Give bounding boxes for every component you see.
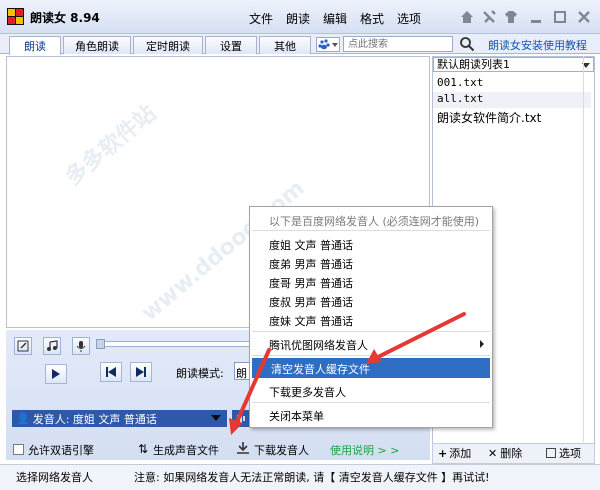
edit-note-icon[interactable] bbox=[14, 337, 32, 355]
menu-read[interactable]: 朗读 bbox=[286, 10, 310, 27]
generate-audio-button[interactable]: 生成声音文件 bbox=[153, 442, 219, 458]
status-left: 选择网络发音人 bbox=[16, 471, 93, 484]
skin-icon[interactable] bbox=[503, 9, 519, 25]
menu-item-voice[interactable]: 度姐 文声 普通话 bbox=[269, 237, 353, 253]
list-icon bbox=[546, 448, 556, 458]
cross-icon: ✕ bbox=[488, 446, 498, 460]
allow-dual-engine-label: 允许双语引擎 bbox=[28, 444, 94, 457]
tab-read[interactable]: 朗读 bbox=[9, 36, 61, 55]
tab-other[interactable]: 其他 bbox=[259, 36, 311, 54]
menu-format[interactable]: 格式 bbox=[360, 10, 384, 27]
annotation-arrows bbox=[226, 306, 476, 456]
user-icon: 👤 bbox=[16, 412, 30, 425]
tab-settings[interactable]: 设置 bbox=[205, 36, 257, 54]
menu-edit[interactable]: 编辑 bbox=[323, 10, 347, 27]
search-engine-dropdown[interactable] bbox=[316, 37, 340, 52]
home-icon[interactable] bbox=[459, 9, 475, 25]
tab-timed-read[interactable]: 定时朗读 bbox=[133, 36, 203, 54]
options-label: 选项 bbox=[559, 447, 581, 460]
playlist-select[interactable]: 默认朗读列表1 bbox=[433, 57, 594, 72]
watermark: 多多软件站 bbox=[60, 100, 162, 191]
delete-label: 删除 bbox=[500, 447, 523, 460]
allow-dual-engine-checkbox[interactable] bbox=[13, 444, 24, 455]
slider-thumb[interactable] bbox=[96, 339, 105, 349]
playlist-item[interactable]: 001.txt bbox=[437, 76, 483, 89]
microphone-icon[interactable] bbox=[72, 337, 90, 355]
read-mode-label: 朗读模式: bbox=[176, 367, 224, 380]
tab-role-read[interactable]: 角色朗读 bbox=[63, 36, 131, 54]
speaker-select[interactable]: 👤 发音人: 度姐 文声 普通话 bbox=[12, 410, 227, 427]
tools-icon[interactable] bbox=[481, 9, 497, 25]
options-button[interactable]: 选项 bbox=[546, 445, 581, 461]
tutorial-link[interactable]: 朗读女安装使用教程 bbox=[488, 37, 587, 53]
playlist-divider bbox=[583, 56, 584, 442]
menu-file[interactable]: 文件 bbox=[249, 10, 273, 27]
menu-separator bbox=[252, 230, 490, 231]
minimize-icon[interactable] bbox=[528, 9, 544, 25]
menu-options[interactable]: 选项 bbox=[397, 10, 421, 27]
submenu-arrow-icon bbox=[479, 340, 485, 348]
playlist-item[interactable]: all.txt bbox=[433, 92, 591, 108]
search-icon[interactable] bbox=[459, 36, 475, 52]
music-icon[interactable] bbox=[43, 337, 61, 355]
app-logo-icon bbox=[7, 8, 24, 25]
playlist-select-value: 默认朗读列表1 bbox=[437, 58, 510, 71]
maximize-icon[interactable] bbox=[552, 9, 568, 25]
previous-button[interactable] bbox=[100, 362, 122, 382]
next-button[interactable] bbox=[130, 362, 152, 382]
app-title: 朗读女 8.94 bbox=[30, 11, 100, 25]
status-notice: 注意: 如果网络发音人无法正常朗读, 请【 清空发音人缓存文件 】再试试! bbox=[134, 471, 490, 484]
chevron-down-icon[interactable] bbox=[210, 413, 222, 423]
play-button[interactable] bbox=[45, 364, 67, 384]
swap-icon: ⇅ bbox=[138, 442, 149, 456]
delete-button[interactable]: ✕ 删除 bbox=[488, 445, 522, 461]
speaker-label: 发音人: 度姐 文声 普通话 bbox=[32, 412, 157, 426]
close-icon[interactable] bbox=[576, 9, 592, 25]
menu-item-voice[interactable]: 度弟 男声 普通话 bbox=[269, 256, 353, 272]
playlist-item[interactable]: 朗读女软件简介.txt bbox=[437, 109, 541, 126]
search-input[interactable] bbox=[343, 36, 453, 52]
menu-header: 以下是百度网络发音人 (必须连网才能使用) bbox=[269, 215, 480, 228]
menu-item-voice[interactable]: 度哥 男声 普通话 bbox=[269, 275, 353, 291]
